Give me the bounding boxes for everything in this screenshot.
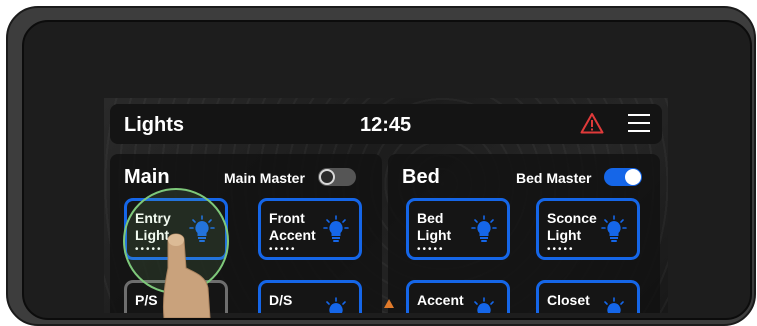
pointing-finger-icon [163, 233, 211, 318]
zone-title: Main [124, 166, 170, 188]
top-bar: Lights 12:45 [110, 104, 662, 144]
tile-label: Light [417, 227, 452, 243]
tile-label: Accent [417, 292, 464, 308]
tile-dots: ••••• [269, 244, 297, 255]
light-tile-sconce[interactable]: Sconce Light ••••• [536, 198, 640, 260]
lightbulb-icon [326, 297, 346, 313]
tile-dots: ••••• [547, 244, 575, 255]
light-tile-front-accent[interactable]: Front Accent ••••• [258, 198, 362, 260]
master-toggle-label: Main Master [224, 170, 305, 186]
zone-title: Bed [402, 166, 440, 188]
lightbulb-icon [474, 297, 494, 313]
tile-label: Accent [269, 227, 316, 243]
clock: 12:45 [360, 114, 412, 136]
page-title: Lights [124, 114, 184, 136]
tile-label: Light [547, 227, 582, 243]
light-tile-ds[interactable]: D/S [258, 280, 362, 313]
hamburger-menu-icon[interactable] [628, 114, 650, 134]
tile-label: D/S [269, 292, 293, 308]
tile-label: Sconce [547, 210, 597, 226]
zone-panel-bed: Bed Bed Master Bed Light ••••• Sconce Ligh… [388, 154, 660, 313]
warning-triangle-icon[interactable] [580, 112, 604, 134]
tile-label: Closet [547, 292, 590, 308]
lightbulb-icon [471, 215, 497, 242]
master-toggle-label: Bed Master [516, 170, 592, 186]
bed-master-toggle[interactable] [604, 168, 642, 186]
lightbulb-icon [604, 297, 624, 313]
tile-label: Bed [417, 210, 444, 226]
main-master-toggle[interactable] [318, 168, 356, 186]
lightbulb-icon [601, 215, 627, 242]
tile-dots: ••••• [417, 244, 445, 255]
lightbulb-icon [323, 215, 349, 242]
tile-label: Front [269, 210, 305, 226]
light-tile-accent[interactable]: Accent [406, 280, 510, 313]
light-tile-bed[interactable]: Bed Light ••••• [406, 198, 510, 260]
light-tile-closet[interactable]: Closet [536, 280, 640, 313]
